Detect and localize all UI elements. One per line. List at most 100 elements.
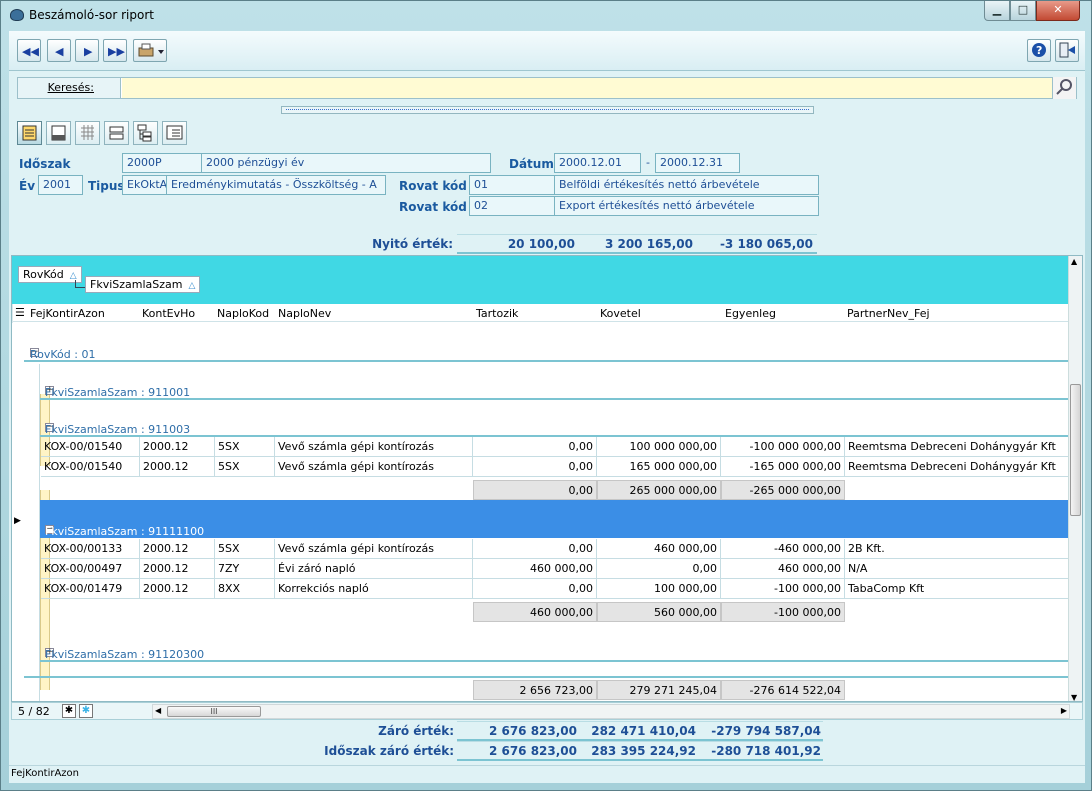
rovat-name-field-2[interactable]: Export értékesítés nettó árbevétele xyxy=(554,196,819,216)
table-row[interactable]: KOX-00/00497 2000.12 7ZY Évi záró napló … xyxy=(12,559,1070,579)
table-row[interactable]: KOX-00/01479 2000.12 8XX Korrekciós napl… xyxy=(12,579,1070,599)
rovat-kod-field-2[interactable]: 02 xyxy=(469,196,555,216)
view-card-button[interactable] xyxy=(162,121,187,145)
first-record-button[interactable]: ◀◀ xyxy=(17,39,41,62)
maximize-button[interactable]: □ xyxy=(1010,1,1036,21)
filter-panel-splitter[interactable] xyxy=(281,106,814,114)
group-chip-rovkod[interactable]: RovKód △ xyxy=(18,266,82,283)
cell-nev: Vevő számla gépi kontírozás xyxy=(275,457,473,477)
minimize-button[interactable]: ▁ xyxy=(984,1,1010,21)
title-bar: Beszámoló-sor riport ▁ □ ✕ xyxy=(1,1,1091,29)
cell-evho: 2000.12 xyxy=(140,457,215,477)
tipus-name-field[interactable]: Eredménykimutatás - Összköltség - A xyxy=(166,175,386,195)
col-sep xyxy=(12,304,13,320)
cell-nev: Vevő számla gépi kontírozás xyxy=(275,437,473,457)
print-button[interactable] xyxy=(133,39,167,62)
prev-icon: ◀ xyxy=(55,45,64,58)
report-window: Beszámoló-sor riport ▁ □ ✕ ◀◀ ◀ ▶ ▶▶ ? K… xyxy=(0,0,1092,791)
first-icon: ◀◀ xyxy=(22,45,39,58)
help-button[interactable]: ? xyxy=(1027,39,1051,62)
view-grid-button[interactable] xyxy=(75,121,100,145)
ev-field[interactable]: 2001 xyxy=(38,175,83,195)
card-view-icon xyxy=(166,125,183,140)
new-record-icon[interactable]: ✱ xyxy=(79,704,93,718)
col-kontevho[interactable]: KontEvHo xyxy=(142,307,195,320)
record-position: 5 / 82 xyxy=(18,705,50,718)
group-separator xyxy=(24,360,1070,362)
scroll-up-icon[interactable]: ▲ xyxy=(1071,257,1077,266)
vertical-scrollbar[interactable]: ▲ ▼ xyxy=(1068,256,1082,701)
col-partnernev[interactable]: PartnerNev_Fej xyxy=(847,307,930,320)
datum-to-field[interactable]: 2000.12.31 xyxy=(655,153,740,173)
next-icon: ▶ xyxy=(84,45,93,58)
cell-tartozik: 0,00 xyxy=(473,457,597,477)
search-label: Keresés: xyxy=(18,78,121,98)
scroll-right-icon[interactable]: ▶ xyxy=(1061,706,1067,715)
col-kovetel[interactable]: Kovetel xyxy=(600,307,641,320)
col-fejkontirazon[interactable]: FejKontirAzon xyxy=(30,307,105,320)
group-row-91111100-selected[interactable]: − FkviSzamlaSzam : 91111100 xyxy=(40,500,1070,538)
col-naplonev[interactable]: NaploNev xyxy=(278,307,331,320)
zaro-kovetel: 282 471 410,04 xyxy=(591,724,696,738)
split-view-icon xyxy=(109,126,124,140)
search-button[interactable] xyxy=(1052,77,1076,99)
cell-evho: 2000.12 xyxy=(140,437,215,457)
rovat-kod-field-1[interactable]: 01 xyxy=(469,175,555,195)
view-tree-button[interactable] xyxy=(133,121,158,145)
report-grid: RovKód △ FkviSzamlaSzam △ ☰ FejKontirAzon … xyxy=(11,255,1083,702)
datum-from-field[interactable]: 2000.12.01 xyxy=(554,153,641,173)
view-band-button[interactable] xyxy=(17,121,42,145)
cell-partner: TabaComp Kft xyxy=(845,579,1070,599)
cell-azon: KOX-00/01479 xyxy=(41,579,140,599)
cell-partner: Reemtsma Debreceni Dohánygyár Kft xyxy=(845,437,1070,457)
nyito-egyenleg: -3 180 065,00 xyxy=(719,237,813,251)
scroll-down-icon[interactable]: ▼ xyxy=(1071,693,1077,701)
sum-tartozik: 0,00 xyxy=(473,480,597,500)
group-connector xyxy=(75,280,85,288)
group-chip-fkvi[interactable]: FkviSzamlaSzam △ xyxy=(85,276,201,293)
col-tartozik[interactable]: Tartozik xyxy=(476,307,518,320)
group-row-911001[interactable]: + FkviSzamlaSzam : 911001 xyxy=(12,378,1070,399)
idoszak-code-field[interactable]: 2000P xyxy=(122,153,202,173)
cell-azon: KOX-00/01540 xyxy=(41,437,140,457)
cell-evho: 2000.12 xyxy=(140,579,215,599)
exit-icon xyxy=(1059,42,1075,58)
horizontal-scrollbar[interactable]: ◀ III ▶ xyxy=(152,704,1070,719)
close-button[interactable]: ✕ xyxy=(1036,1,1080,21)
table-row[interactable]: KOX-00/01540 2000.12 5SX Vevő számla gép… xyxy=(12,457,1070,477)
idoszak-name-field[interactable]: 2000 pénzügyi év xyxy=(201,153,491,173)
sum-egyenleg: -265 000 000,00 xyxy=(721,480,845,500)
cell-kod: 8XX xyxy=(215,579,275,599)
rovat-name-field-1[interactable]: Belföldi értékesítés nettó árbevétele xyxy=(554,175,819,195)
tipus-code-field[interactable]: EkOktA xyxy=(122,175,167,195)
table-row[interactable]: KOX-00/00133 2000.12 5SX Vevő számla gép… xyxy=(12,539,1070,559)
group-row-91120300[interactable]: + FkviSzamlaSzam : 91120300 xyxy=(12,640,1070,661)
search-input[interactable] xyxy=(122,78,1052,98)
view-form-button[interactable] xyxy=(46,121,71,145)
group-summary-row: 460 000,00 560 000,00 -100 000,00 xyxy=(12,602,1070,622)
sum-kovetel: 560 000,00 xyxy=(597,602,721,622)
column-chooser-icon[interactable]: ☰ xyxy=(15,306,25,319)
group-row-rovkod[interactable]: − RovKód : 01 xyxy=(12,340,1070,361)
group-row-911003[interactable]: − FkviSzamlaSzam : 911003 xyxy=(12,415,1070,436)
col-egyenleg[interactable]: Egyenleg xyxy=(725,307,776,320)
col-naplokod[interactable]: NaploKod xyxy=(217,307,269,320)
table-row[interactable]: KOX-00/01540 2000.12 5SX Vevő számla gép… xyxy=(12,437,1070,457)
vertical-scroll-thumb[interactable] xyxy=(1070,384,1081,516)
cell-azon: KOX-00/00497 xyxy=(41,559,140,579)
view-split-button[interactable] xyxy=(104,121,129,145)
exit-button[interactable] xyxy=(1055,39,1079,62)
add-record-icon[interactable]: ✱ xyxy=(62,704,76,718)
last-record-button[interactable]: ▶▶ xyxy=(103,39,127,62)
prev-record-button[interactable]: ◀ xyxy=(47,39,71,62)
horizontal-scroll-thumb[interactable]: III xyxy=(167,706,261,717)
zaro-tartozik: 2 676 823,00 xyxy=(488,724,577,738)
cell-azon: KOX-00/01540 xyxy=(41,457,140,477)
sort-asc-icon: △ xyxy=(188,281,196,291)
scroll-left-icon[interactable]: ◀ xyxy=(155,706,161,715)
cell-kovetel: 100 000,00 xyxy=(597,579,721,599)
group-chip-rovkod-label: RovKód xyxy=(23,268,64,281)
next-record-button[interactable]: ▶ xyxy=(75,39,99,62)
cell-partner: Reemtsma Debreceni Dohánygyár Kft xyxy=(845,457,1070,477)
rovat-kod-label-2: Rovat kód xyxy=(399,200,467,214)
